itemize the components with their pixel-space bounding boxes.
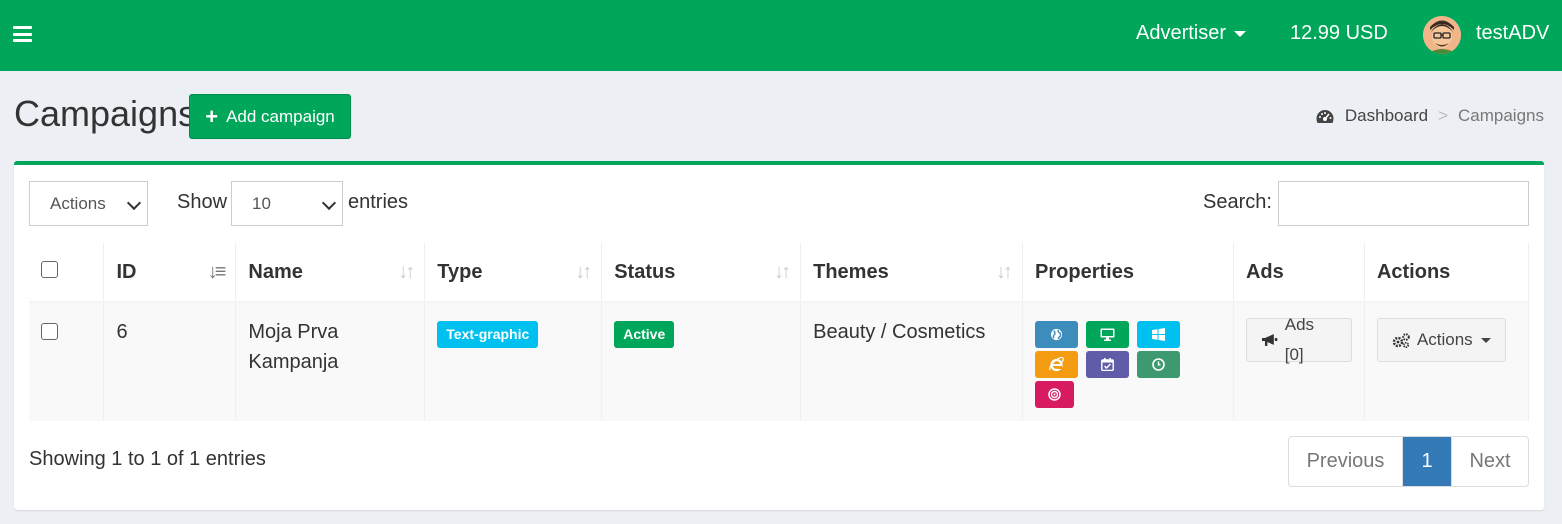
sort-icon: ↓↑ bbox=[996, 261, 1013, 283]
row-actions-dropdown[interactable]: Actions bbox=[1376, 318, 1506, 362]
search-label: Search: bbox=[1203, 191, 1272, 213]
column-header-name[interactable]: Name ↓↑ bbox=[235, 243, 426, 303]
avatar[interactable] bbox=[1423, 16, 1461, 54]
name-line-1: Moja Prva bbox=[248, 321, 339, 343]
hamburger-menu-icon[interactable] bbox=[13, 26, 32, 42]
status-badge: Active bbox=[614, 321, 675, 348]
table-row: 6 Moja Prva Kampanja Text-graphic Active… bbox=[29, 302, 1530, 421]
page-size-select[interactable]: 10 bbox=[231, 181, 343, 226]
type-badge: Text-graphic bbox=[437, 321, 539, 348]
add-campaign-button[interactable]: + Add campaign bbox=[189, 94, 351, 139]
row-select-cell bbox=[29, 302, 105, 421]
column-header-actions: Actions bbox=[1364, 243, 1530, 303]
add-campaign-label: Add campaign bbox=[226, 106, 335, 126]
pagination-previous[interactable]: Previous bbox=[1289, 437, 1403, 486]
dashboard-icon bbox=[1316, 110, 1334, 123]
actions-cell: Actions bbox=[1364, 302, 1530, 421]
chevron-down-icon bbox=[126, 195, 142, 211]
role-dropdown[interactable]: Advertiser bbox=[1136, 22, 1247, 45]
username[interactable]: testADV bbox=[1476, 22, 1549, 45]
bulk-actions-value: Actions bbox=[50, 193, 106, 213]
ads-button-label: Ads [0] bbox=[1284, 315, 1315, 364]
calendar-check-icon bbox=[1086, 351, 1130, 378]
pagination-page-1[interactable]: 1 bbox=[1403, 437, 1451, 486]
campaigns-box: Actions Show 10 entries Search: ID ↓≡ Nam… bbox=[14, 161, 1544, 510]
sort-icon: ↓↑ bbox=[398, 261, 415, 283]
top-navbar: Advertiser 12.99 USD testADV bbox=[0, 0, 1562, 71]
select-all-header bbox=[29, 243, 105, 303]
pagination: Previous 1 Next bbox=[1288, 436, 1529, 487]
column-header-type[interactable]: Type ↓↑ bbox=[424, 243, 603, 303]
row-checkbox[interactable] bbox=[41, 323, 58, 340]
actions-button-label: Actions bbox=[1416, 330, 1473, 349]
column-header-properties: Properties bbox=[1022, 243, 1234, 303]
table-info: Showing 1 to 1 of 1 entries bbox=[29, 448, 266, 470]
pagination-next[interactable]: Next bbox=[1451, 437, 1528, 486]
show-label: Show bbox=[177, 191, 228, 213]
ads-button[interactable]: Ads [0] bbox=[1245, 315, 1352, 364]
breadcrumb-separator: > bbox=[1438, 106, 1448, 125]
name-cell: Moja Prva Kampanja bbox=[235, 302, 426, 421]
clock-icon bbox=[1137, 351, 1181, 378]
target-icon bbox=[1035, 381, 1075, 408]
column-header-status[interactable]: Status ↓↑ bbox=[601, 243, 802, 303]
select-all-checkbox[interactable] bbox=[41, 260, 58, 278]
caret-down-icon bbox=[1234, 30, 1247, 37]
status-cell: Active bbox=[601, 302, 802, 421]
column-header-themes[interactable]: Themes ↓↑ bbox=[800, 243, 1024, 303]
sort-desc-icon: ↓≡ bbox=[207, 261, 227, 283]
internet-explorer-icon bbox=[1035, 351, 1079, 378]
column-header-id[interactable]: ID ↓≡ bbox=[103, 243, 237, 303]
search-input[interactable] bbox=[1278, 181, 1529, 226]
globe-icon bbox=[1035, 321, 1079, 348]
sort-icon: ↓↑ bbox=[774, 261, 791, 283]
gears-icon bbox=[1392, 332, 1410, 348]
breadcrumb-current: Campaigns bbox=[1458, 106, 1544, 125]
balance-display: 12.99 USD bbox=[1290, 22, 1388, 44]
name-line-2: Kampanja bbox=[248, 351, 339, 373]
themes-cell: Beauty / Cosmetics bbox=[800, 302, 1024, 421]
page-title: Campaigns bbox=[14, 93, 197, 134]
caret-down-icon bbox=[1480, 337, 1491, 343]
table-header-row: ID ↓≡ Name ↓↑ Type ↓↑ Status ↓↑ Themes ↓↑ Pro… bbox=[29, 243, 1530, 303]
properties-cell bbox=[1022, 302, 1234, 421]
breadcrumb: Dashboard > Campaigns bbox=[1315, 106, 1544, 126]
sort-icon: ↓↑ bbox=[575, 261, 592, 283]
campaigns-table: ID ↓≡ Name ↓↑ Type ↓↑ Status ↓↑ Themes ↓↑ Pro… bbox=[29, 243, 1530, 421]
ads-cell: Ads [0] bbox=[1233, 302, 1365, 421]
column-header-ads: Ads bbox=[1233, 243, 1365, 303]
breadcrumb-dashboard-link[interactable]: Dashboard bbox=[1345, 106, 1428, 126]
avatar-image bbox=[1423, 16, 1461, 54]
id-cell: 6 bbox=[103, 302, 237, 421]
chevron-down-icon bbox=[321, 195, 337, 211]
type-cell: Text-graphic bbox=[424, 302, 603, 421]
windows-icon bbox=[1137, 321, 1181, 348]
entries-label: entries bbox=[348, 191, 409, 213]
bullhorn-icon bbox=[1261, 334, 1278, 346]
role-label: Advertiser bbox=[1136, 22, 1227, 44]
desktop-icon bbox=[1086, 321, 1130, 348]
plus-icon: + bbox=[205, 103, 219, 129]
bulk-actions-select[interactable]: Actions bbox=[29, 181, 148, 226]
page-size-value: 10 bbox=[252, 193, 271, 213]
